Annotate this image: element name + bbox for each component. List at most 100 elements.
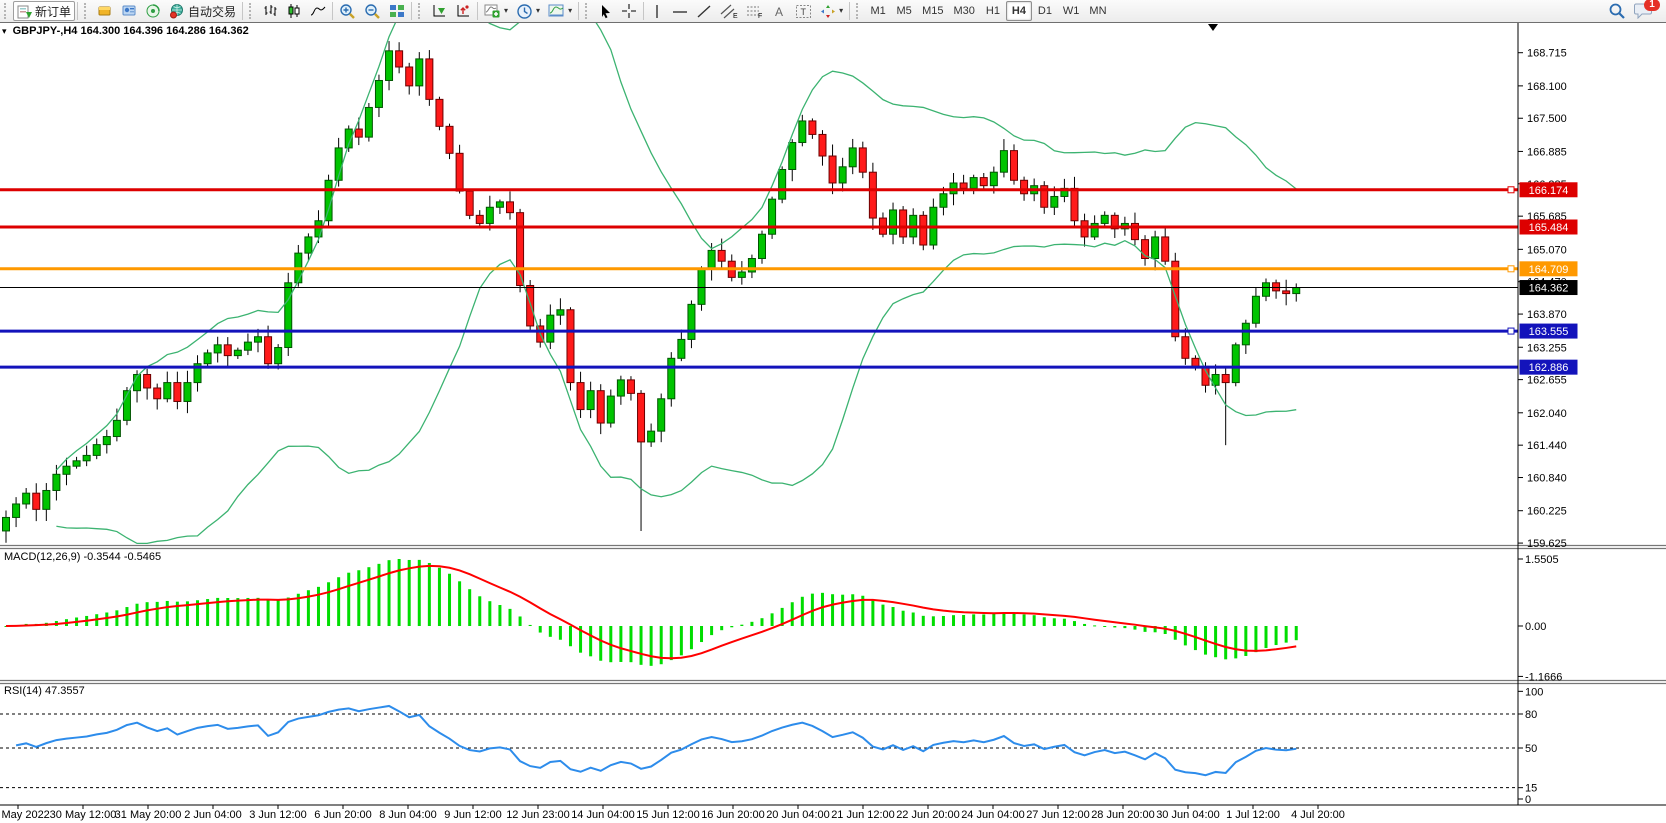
svg-text:164.362: 164.362 bbox=[1529, 283, 1569, 295]
templates-dropdown-caret[interactable]: ▾ bbox=[568, 7, 572, 15]
toolbar-grip[interactable] bbox=[585, 3, 592, 19]
candle bbox=[507, 202, 514, 213]
zoom-out-button[interactable] bbox=[360, 1, 385, 21]
svg-text:F: F bbox=[758, 13, 762, 19]
toolbar-grip[interactable] bbox=[4, 3, 11, 19]
svg-text:27 May 2022: 27 May 2022 bbox=[0, 809, 50, 821]
candle bbox=[466, 191, 473, 215]
candle bbox=[789, 143, 796, 170]
timeframe-m15-button[interactable]: M15 bbox=[917, 1, 948, 21]
market-watch-button[interactable] bbox=[93, 1, 117, 21]
notifications-chat-button[interactable]: 1 bbox=[1634, 1, 1656, 21]
svg-text:30 May 12:00: 30 May 12:00 bbox=[50, 809, 117, 821]
templates-icon bbox=[548, 3, 565, 19]
horizontal-line-tool-button[interactable] bbox=[668, 1, 692, 21]
autotrading-button[interactable]: 自动交易 bbox=[165, 1, 240, 21]
candle bbox=[900, 210, 907, 237]
text-label-tool-button[interactable]: T bbox=[791, 1, 816, 21]
candle bbox=[960, 183, 967, 188]
rsi-axis-label: 50 bbox=[1525, 743, 1537, 755]
rsi-axis-label: 80 bbox=[1525, 709, 1537, 721]
candle bbox=[1162, 237, 1169, 261]
tile-windows-button[interactable] bbox=[385, 1, 409, 21]
timeframe-h4-button[interactable]: H4 bbox=[1006, 1, 1032, 21]
candle bbox=[869, 172, 876, 218]
bar-chart-icon bbox=[262, 3, 278, 19]
timeframe-mn-button[interactable]: MN bbox=[1084, 1, 1111, 21]
candle bbox=[567, 310, 574, 383]
text-label-icon: T bbox=[795, 4, 812, 19]
templates-button[interactable]: ▾ bbox=[544, 1, 576, 21]
auto-scroll-button[interactable] bbox=[427, 1, 451, 21]
candle bbox=[1182, 337, 1189, 359]
candle bbox=[1051, 196, 1058, 207]
crosshair-tool-button[interactable] bbox=[617, 1, 641, 21]
text-tool-button[interactable]: A bbox=[768, 1, 791, 21]
data-window-icon bbox=[121, 3, 137, 19]
quote-ohlc-values: 164.300 164.396 164.286 164.362 bbox=[80, 25, 248, 37]
timeframe-h1-button[interactable]: H1 bbox=[980, 1, 1006, 21]
periods-dropdown-caret[interactable]: ▾ bbox=[536, 7, 540, 15]
candle bbox=[1222, 374, 1229, 382]
svg-text:165.070: 165.070 bbox=[1527, 244, 1567, 256]
toolbar-grip[interactable] bbox=[84, 3, 91, 19]
candle bbox=[154, 388, 161, 399]
candle bbox=[1293, 288, 1300, 294]
candle bbox=[456, 153, 463, 191]
search-icon[interactable] bbox=[1608, 2, 1626, 20]
equidistant-channel-tool-button[interactable]: E bbox=[716, 1, 742, 21]
data-window-button[interactable] bbox=[117, 1, 141, 21]
rsi-axis-label: 0 bbox=[1525, 794, 1531, 806]
symbol-dropdown-icon[interactable]: ▾ bbox=[2, 26, 7, 36]
quote-header[interactable]: ▾ GBPJPY-,H4 164.300 164.396 164.286 164… bbox=[2, 25, 249, 37]
new-order-icon bbox=[17, 4, 32, 19]
candle bbox=[1000, 151, 1007, 173]
fibonacci-tool-button[interactable]: F bbox=[742, 1, 768, 21]
candle bbox=[940, 194, 947, 207]
candle bbox=[234, 350, 241, 355]
arrows-tool-button[interactable]: ▾ bbox=[816, 1, 847, 21]
toolbar-grip[interactable] bbox=[418, 3, 425, 19]
toolbar-grip[interactable] bbox=[856, 3, 863, 19]
indicators-button[interactable]: ▾ bbox=[480, 1, 512, 21]
auto-scroll-icon bbox=[431, 3, 447, 19]
candle bbox=[53, 474, 60, 490]
toolbar-grip[interactable] bbox=[249, 3, 256, 19]
price-label-164.709: 164.709 bbox=[1520, 261, 1578, 276]
timeframe-w1-button[interactable]: W1 bbox=[1058, 1, 1085, 21]
bar-chart-mode-button[interactable] bbox=[258, 1, 282, 21]
candle bbox=[738, 272, 745, 277]
svg-text:160.840: 160.840 bbox=[1527, 473, 1567, 485]
svg-text:E: E bbox=[733, 13, 738, 19]
svg-text:21 Jun 12:00: 21 Jun 12:00 bbox=[831, 809, 895, 821]
vertical-line-tool-button[interactable] bbox=[646, 1, 668, 21]
svg-text:1 Jul 12:00: 1 Jul 12:00 bbox=[1226, 809, 1280, 821]
rsi-indicator-label: RSI(14) 47.3557 bbox=[4, 685, 85, 697]
line-chart-mode-button[interactable] bbox=[306, 1, 330, 21]
cursor-tool-button[interactable] bbox=[594, 1, 617, 21]
svg-text:15 Jun 12:00: 15 Jun 12:00 bbox=[636, 809, 700, 821]
market-watch-icon bbox=[97, 3, 113, 19]
periods-button[interactable]: ▾ bbox=[512, 1, 544, 21]
arrows-dropdown-caret[interactable]: ▾ bbox=[839, 7, 843, 15]
svg-text:16 Jun 20:00: 16 Jun 20:00 bbox=[701, 809, 765, 821]
chart-canvas[interactable]: 168.715168.100167.500166.885166.285165.6… bbox=[0, 22, 1666, 823]
svg-text:164.709: 164.709 bbox=[1529, 264, 1569, 276]
timeframe-m5-button[interactable]: M5 bbox=[891, 1, 917, 21]
macd-axis-label: 1.5505 bbox=[1525, 554, 1559, 566]
zoom-in-button[interactable] bbox=[335, 1, 360, 21]
trendline-tool-button[interactable] bbox=[692, 1, 716, 21]
new-order-button[interactable]: 新订单 bbox=[13, 1, 75, 21]
tile-windows-icon bbox=[389, 3, 405, 19]
chart-shift-button[interactable] bbox=[451, 1, 475, 21]
timeframe-m30-button[interactable]: M30 bbox=[949, 1, 980, 21]
candle bbox=[446, 126, 453, 153]
candlestick-mode-button[interactable] bbox=[282, 1, 306, 21]
indicators-dropdown-caret[interactable]: ▾ bbox=[504, 7, 508, 15]
navigator-button[interactable] bbox=[141, 1, 165, 21]
svg-text:161.440: 161.440 bbox=[1527, 440, 1567, 452]
timeframe-m1-button[interactable]: M1 bbox=[865, 1, 891, 21]
candle bbox=[1252, 296, 1259, 323]
macd-indicator-label: MACD(12,26,9) -0.3544 -0.5465 bbox=[4, 551, 161, 563]
timeframe-d1-button[interactable]: D1 bbox=[1032, 1, 1058, 21]
